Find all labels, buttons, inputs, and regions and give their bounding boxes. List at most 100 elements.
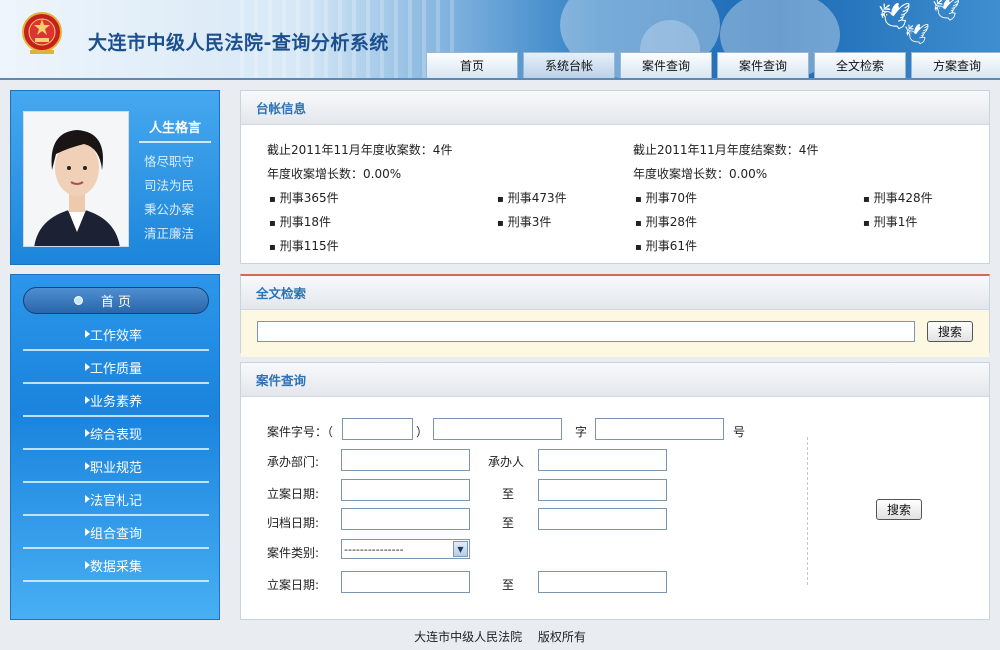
filing-date-from-input[interactable]	[341, 479, 470, 501]
filing-date2-to-input[interactable]	[538, 571, 667, 593]
ledger-right-growth: 年度收案增长数：0.00%	[633, 167, 768, 181]
case-search-button[interactable]: 搜索	[876, 499, 922, 520]
sidebar-item-label: 综合表现	[89, 427, 142, 443]
case-query-panel: 案件查询 案件字号：（ ） 字 号 承办部门: 承办人 立案日期: 至 归档日期…	[240, 362, 990, 620]
filing-date-label: 立案日期:	[267, 487, 320, 501]
case-number-year-input[interactable]	[342, 418, 413, 440]
footer-rights: 版权所有	[537, 630, 586, 644]
footer: 大连市中级人民法院 版权所有	[0, 628, 1000, 645]
dept-input[interactable]	[341, 449, 470, 471]
arrow-right-icon	[85, 462, 90, 470]
dove-icon: 🕊	[932, 0, 960, 23]
tab-home[interactable]: 首页	[426, 52, 518, 78]
ledger-panel: 台帐信息 截止2011年11月年度收案数：4件 年度收案增长数：0.00% 截止…	[240, 90, 990, 264]
ledger-stat-item: 刑事365件	[269, 189, 339, 206]
filing-date2-from-input[interactable]	[341, 571, 470, 593]
paren-close: ）	[416, 425, 429, 439]
chevron-down-icon: ▼	[453, 541, 468, 557]
arrow-right-icon	[85, 495, 90, 503]
case-category-select[interactable]: --------------- ▼	[341, 539, 470, 559]
sidebar-item-judge-notes[interactable]: 法官札记	[23, 484, 209, 516]
avatar	[23, 111, 129, 247]
archive-date-to-input[interactable]	[538, 508, 667, 530]
zi-label: 字	[575, 425, 588, 439]
motto-item: 清正廉洁	[144, 226, 195, 241]
motto-item: 秉公办案	[144, 202, 195, 217]
sidebar-item-label: 职业规范	[89, 460, 142, 476]
to-label: 至	[502, 578, 515, 592]
fulltext-search-button[interactable]: 搜索	[927, 321, 973, 342]
to-label: 至	[502, 487, 515, 501]
ledger-left-growth: 年度收案增长数：0.00%	[267, 167, 402, 181]
dept-label: 承办部门:	[267, 455, 320, 469]
category-label: 案件类别:	[267, 546, 320, 560]
tab-system-ledger[interactable]: 系统台帐	[523, 52, 615, 78]
sidebar-item-label: 首 页	[100, 295, 132, 310]
ledger-stat-item: 刑事1件	[863, 213, 918, 230]
sidebar-item-combined-query[interactable]: 组合查询	[23, 517, 209, 549]
fulltext-search-input[interactable]	[257, 321, 915, 342]
ledger-right-summary: 截止2011年11月年度结案数：4件	[633, 143, 819, 157]
top-nav: 首页 系统台帐 案件查询 案件查询 全文检索 方案查询	[426, 52, 1000, 78]
motto-title: 人生格言	[139, 117, 211, 143]
case-number-label: 案件字号：（	[267, 425, 334, 439]
ledger-stat-item: 刑事18件	[269, 213, 331, 230]
case-number-prefix-input[interactable]	[433, 418, 562, 440]
arrow-right-icon	[85, 561, 90, 569]
sidebar-item-work-quality[interactable]: 工作质量	[23, 352, 209, 384]
hao-label: 号	[733, 425, 746, 439]
sidebar-item-label: 法官札记	[89, 493, 142, 509]
header-banner: 大连市中级人民法院-查询分析系统 🕊 🕊 🕊 首页 系统台帐 案件查询 案件查询…	[0, 0, 1000, 80]
handler-label: 承办人	[488, 455, 525, 469]
archive-date-label: 归档日期:	[267, 516, 320, 530]
case-number-serial-input[interactable]	[595, 418, 724, 440]
ledger-stat-item: 刑事3件	[497, 213, 552, 230]
tab-case-query[interactable]: 案件查询	[620, 52, 712, 78]
ledger-stat-item: 刑事428件	[863, 189, 933, 206]
court-emblem-icon	[22, 12, 62, 54]
tab-fulltext-search[interactable]: 全文检索	[814, 52, 906, 78]
to-label: 至	[502, 516, 515, 530]
footer-org: 大连市中级人民法院	[414, 630, 523, 644]
arrow-right-icon	[85, 363, 90, 371]
panel-title: 台帐信息	[241, 91, 989, 125]
motto-item: 司法为民	[144, 178, 195, 193]
sidebar-item-label: 工作质量	[89, 361, 142, 377]
ledger-stat-item: 刑事28件	[635, 213, 697, 230]
arrow-right-icon	[85, 396, 90, 404]
archive-date-from-input[interactable]	[341, 508, 470, 530]
sidebar-item-label: 工作效率	[89, 328, 142, 344]
arrow-right-icon	[85, 330, 90, 338]
ledger-stat-item: 刑事70件	[635, 189, 697, 206]
sidebar-item-work-efficiency[interactable]: 工作效率	[23, 319, 209, 351]
sidebar-item-label: 数据采集	[89, 559, 142, 575]
handler-input[interactable]	[538, 449, 667, 471]
case-category-value: ---------------	[344, 542, 404, 556]
filing-date-to-input[interactable]	[538, 479, 667, 501]
ledger-stat-item: 刑事115件	[269, 237, 339, 254]
arrow-right-icon	[85, 429, 90, 437]
ledger-stat-item: 刑事473件	[497, 189, 567, 206]
system-title: 大连市中级人民法院-查询分析系统	[88, 32, 389, 54]
tab-plan-query[interactable]: 方案查询	[911, 52, 1000, 78]
sidebar-item-label: 组合查询	[89, 526, 142, 542]
sidebar-item-data-collection[interactable]: 数据采集	[23, 550, 209, 582]
bullet-icon	[74, 296, 83, 305]
sidebar-menu: 首 页 工作效率 工作质量 业务素养 综合表现 职业规范 法官札记 组合查询 数…	[10, 274, 220, 620]
fulltext-panel: 全文检索 搜索	[240, 274, 990, 357]
sidebar-item-home[interactable]: 首 页	[23, 287, 209, 314]
sidebar-item-label: 业务素养	[89, 394, 142, 410]
divider	[807, 437, 808, 585]
ledger-stat-item: 刑事61件	[635, 237, 697, 254]
tab-case-query-2[interactable]: 案件查询	[717, 52, 809, 78]
sidebar-item-code-of-conduct[interactable]: 职业规范	[23, 451, 209, 483]
motto-item: 恪尽职守	[144, 154, 195, 169]
arrow-right-icon	[85, 528, 90, 536]
profile-card: 人生格言 恪尽职守 司法为民 秉公办案 清正廉洁	[10, 90, 220, 265]
filing-date-label-2: 立案日期:	[267, 578, 320, 592]
sidebar-item-professional-quality[interactable]: 业务素养	[23, 385, 209, 417]
panel-title: 案件查询	[241, 363, 989, 397]
sidebar-item-overall-performance[interactable]: 综合表现	[23, 418, 209, 450]
panel-title: 全文检索	[241, 276, 989, 310]
ledger-left-summary: 截止2011年11月年度收案数：4件	[267, 143, 453, 157]
